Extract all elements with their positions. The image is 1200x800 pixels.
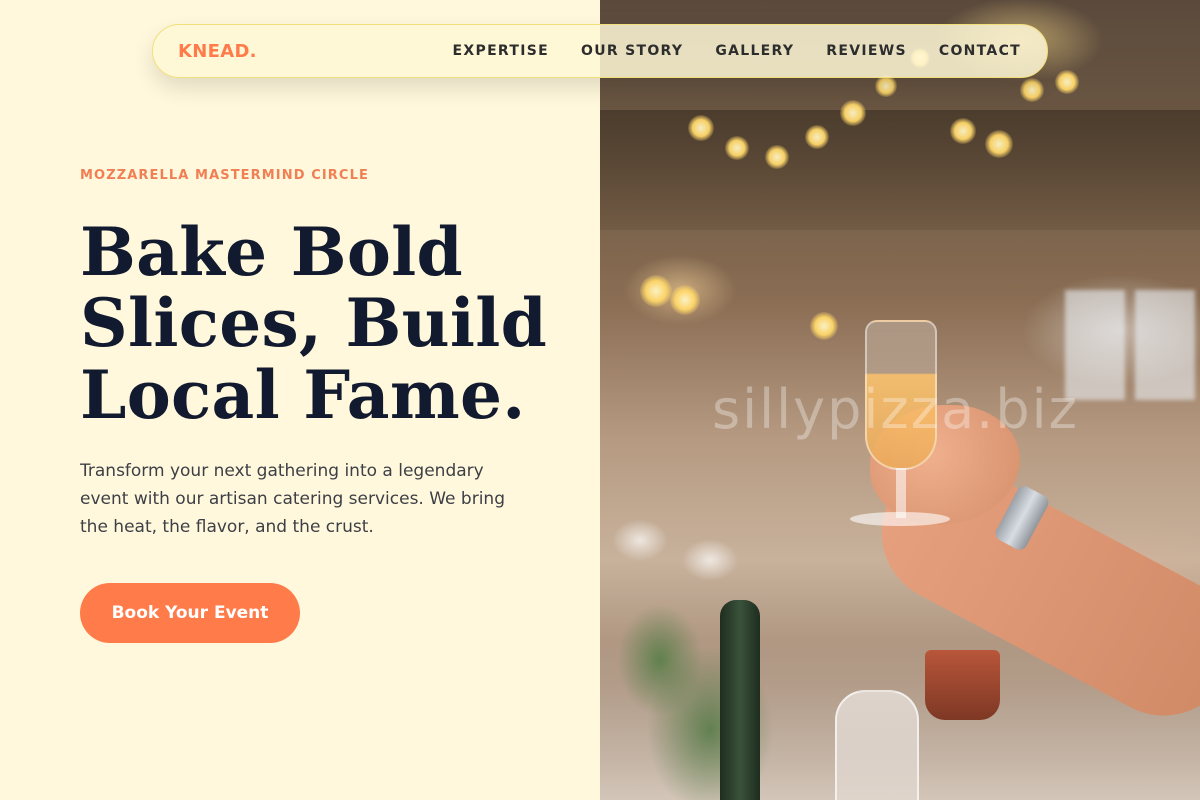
- string-light: [1020, 78, 1044, 102]
- hero-headline-line-2: Slices, Build: [80, 284, 548, 363]
- string-light: [640, 275, 672, 307]
- photo-bottle: [720, 600, 760, 800]
- hero-eyebrow: MOZZARELLA MASTERMIND CIRCLE: [80, 168, 369, 183]
- photo-plant-pot: [925, 650, 1000, 720]
- photo-champagne-stem: [896, 468, 906, 518]
- hero-headline-line-1: Bake Bold: [80, 213, 463, 291]
- image-watermark: sillypizza.biz: [712, 378, 1079, 441]
- nav-link-reviews[interactable]: REVIEWS: [826, 43, 907, 59]
- book-event-button[interactable]: Book Your Event: [80, 582, 300, 643]
- string-light: [875, 75, 897, 97]
- string-light: [1055, 70, 1079, 94]
- nav-link-expertise[interactable]: EXPERTISE: [453, 43, 549, 59]
- photo-champagne-foot: [850, 512, 950, 526]
- string-light: [688, 115, 714, 141]
- photo-plants: [600, 500, 800, 800]
- top-nav: KNEAD. EXPERTISE OUR STORY GALLERY REVIE…: [152, 24, 1048, 78]
- string-light: [840, 100, 866, 126]
- hero-image: sillypizza.biz: [600, 0, 1200, 800]
- nav-link-contact[interactable]: CONTACT: [939, 43, 1021, 59]
- nav-link-gallery[interactable]: GALLERY: [715, 43, 794, 59]
- hero-subtext: Transform your next gathering into a leg…: [80, 460, 505, 537]
- nav-links: EXPERTISE OUR STORY GALLERY REVIEWS CONT…: [453, 43, 1021, 59]
- nav-link-our-story[interactable]: OUR STORY: [581, 43, 683, 59]
- photo-wine-glass: [835, 690, 919, 800]
- string-light: [765, 145, 789, 169]
- brand-logo[interactable]: KNEAD.: [178, 41, 257, 62]
- string-light: [810, 312, 838, 340]
- hero-content: MOZZARELLA MASTERMIND CIRCLE Bake Bold S…: [80, 168, 560, 643]
- hero-headline-line-3: Local Fame.: [80, 355, 526, 434]
- string-light: [725, 136, 749, 160]
- photo-window: [1135, 290, 1195, 400]
- string-light: [670, 285, 700, 315]
- string-light: [950, 118, 976, 144]
- string-light: [805, 125, 829, 149]
- string-light: [985, 130, 1013, 158]
- hero-headline: Bake Bold Slices, Build Local Fame.: [80, 213, 560, 434]
